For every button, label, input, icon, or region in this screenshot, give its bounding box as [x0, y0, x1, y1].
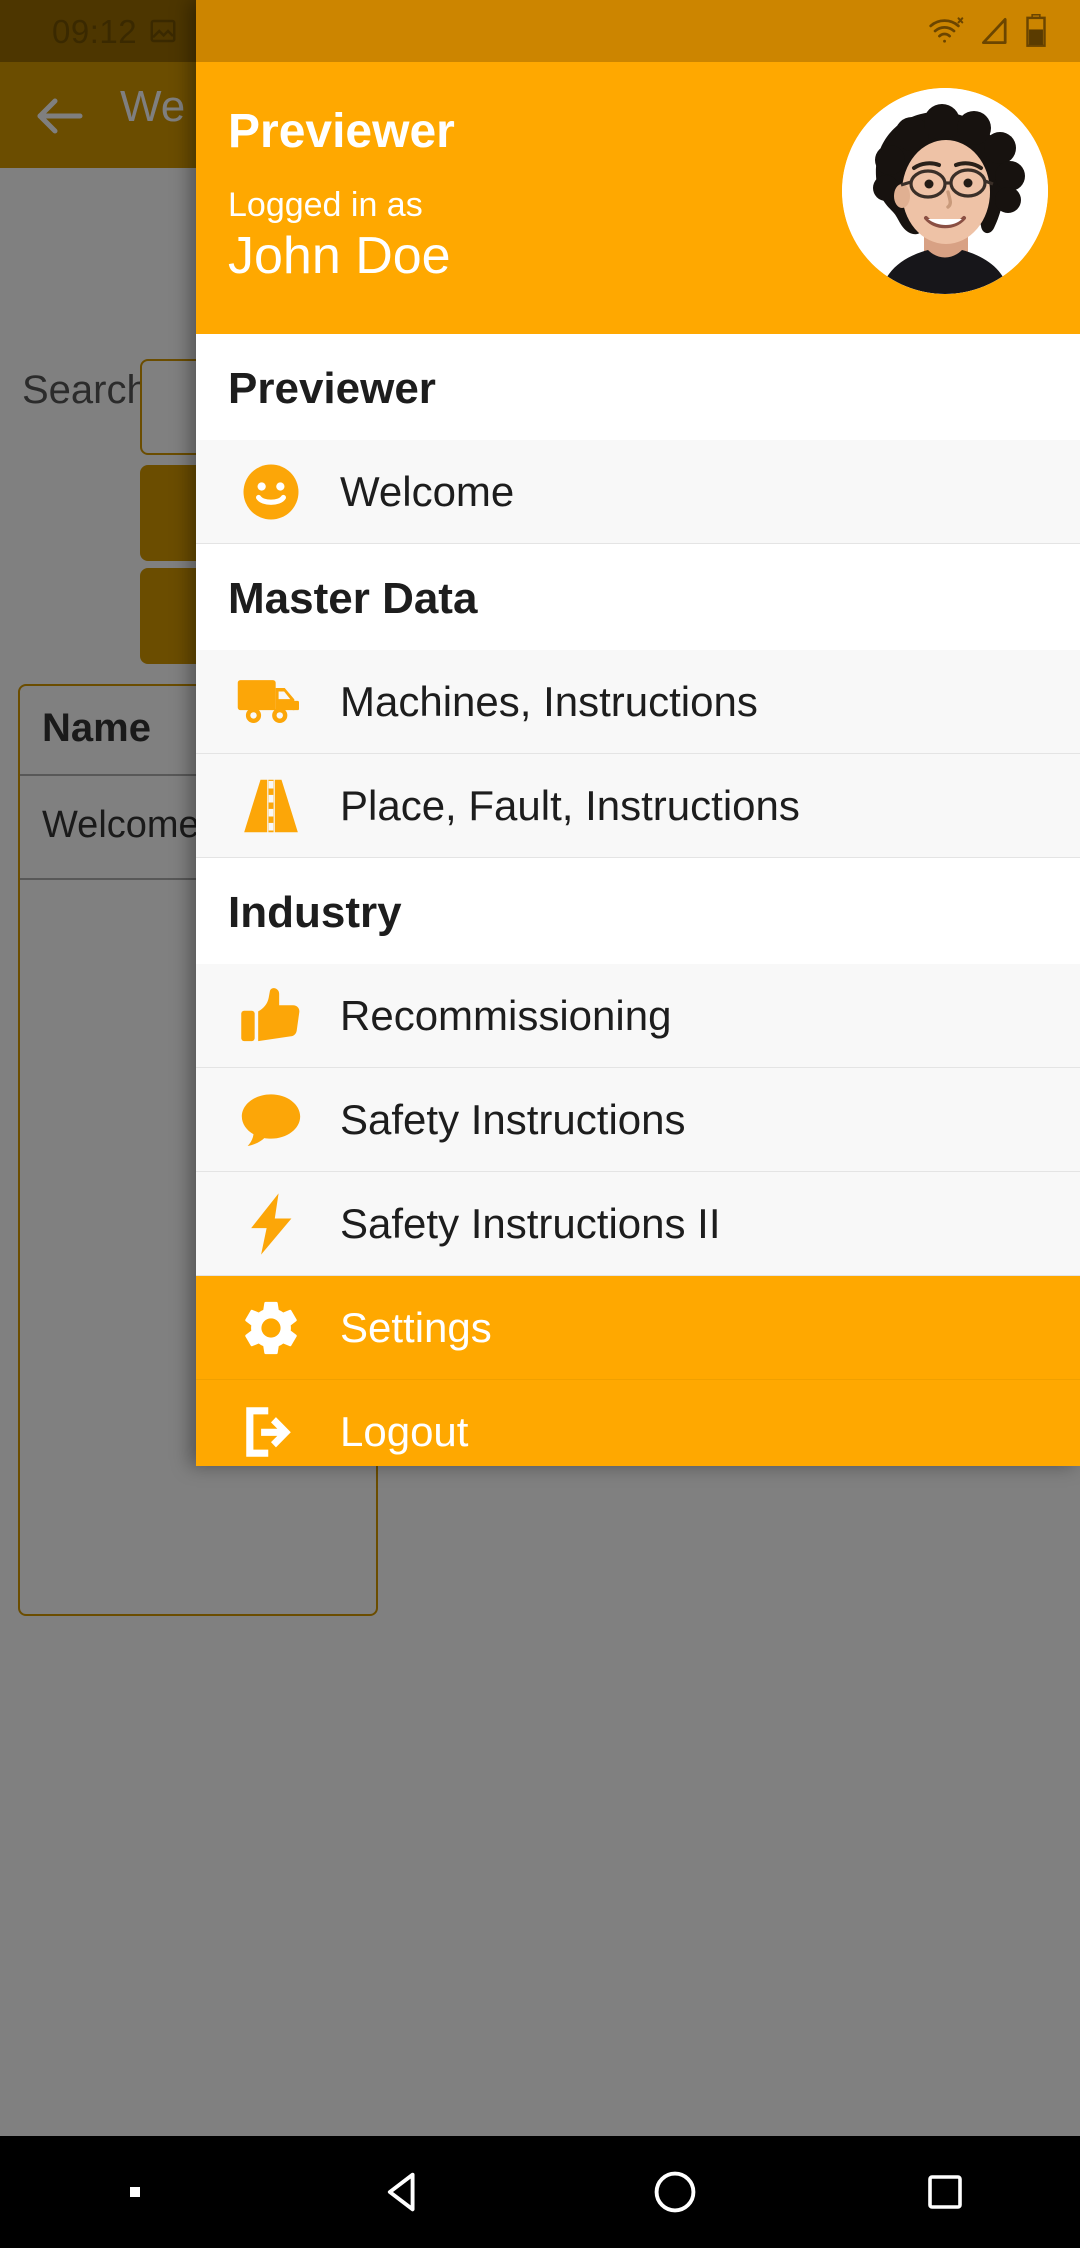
android-navigation-bar [0, 2136, 1080, 2248]
battery-icon [1024, 14, 1048, 48]
recent-apps-square-icon[interactable] [0, 2181, 270, 2203]
truck-icon [234, 665, 308, 739]
section-header-previewer: Previewer [196, 334, 1080, 440]
back-arrow-icon [30, 86, 90, 146]
gear-icon [234, 1291, 308, 1365]
menu-item-label: Welcome [340, 467, 515, 515]
background-table-header-name: Name [42, 706, 151, 750]
signal-icon [978, 15, 1012, 47]
drawer-header: Previewer Logged in as John Doe [196, 62, 1080, 334]
phone-screen: 09:12 We Search Name Welcome Previewer L… [0, 0, 1080, 2248]
menu-item-machines-instructions[interactable]: Machines, Instructions [196, 650, 1080, 754]
speech-bubble-icon [234, 1083, 308, 1157]
menu-item-label: Place, Fault, Instructions [340, 781, 800, 829]
menu-item-place-fault-instructions[interactable]: Place, Fault, Instructions [196, 754, 1080, 858]
menu-item-label: Recommissioning [340, 991, 672, 1039]
smiley-face-icon [234, 455, 308, 529]
status-bar-right-icons [926, 14, 1048, 48]
background-search-label: Search [22, 368, 149, 412]
lightning-bolt-icon [234, 1187, 308, 1261]
drawer-menu-list: Previewer Welcome Master Data Machines, … [196, 334, 1080, 1466]
menu-item-label: Safety Instructions II [340, 1199, 721, 1247]
wifi-no-internet-icon [926, 15, 966, 47]
road-icon [234, 769, 308, 843]
menu-item-label: Safety Instructions [340, 1095, 686, 1143]
drawer-status-strip [196, 0, 1080, 62]
drawer-logged-in-label: Logged in as [228, 186, 423, 224]
logout-icon [234, 1395, 308, 1467]
background-table-cell: Welcome [42, 804, 200, 846]
section-title: Previewer [228, 364, 436, 413]
back-triangle-icon[interactable] [270, 2166, 540, 2218]
menu-item-label: Machines, Instructions [340, 677, 758, 725]
drawer-user-name: John Doe [228, 227, 451, 285]
drawer-app-name: Previewer [228, 105, 455, 158]
menu-item-welcome[interactable]: Welcome [196, 440, 1080, 544]
image-icon [148, 16, 178, 46]
menu-item-recommissioning[interactable]: Recommissioning [196, 964, 1080, 1068]
background-page-title: We [120, 82, 186, 131]
menu-item-label: Settings [340, 1303, 492, 1351]
overview-square-icon[interactable] [810, 2168, 1080, 2216]
menu-item-safety-instructions-ii[interactable]: Safety Instructions II [196, 1172, 1080, 1276]
navigation-drawer: Previewer Logged in as John Doe Previewe… [196, 0, 1080, 1466]
menu-item-logout[interactable]: Logout [196, 1380, 1080, 1466]
section-title: Master Data [228, 574, 478, 623]
menu-item-label: Logout [340, 1407, 469, 1455]
section-header-industry: Industry [196, 858, 1080, 964]
status-bar-time: 09:12 [52, 13, 138, 50]
menu-item-settings[interactable]: Settings [196, 1276, 1080, 1380]
section-title: Industry [228, 888, 402, 937]
thumbs-up-icon [234, 979, 308, 1053]
avatar[interactable] [842, 88, 1048, 294]
section-header-master-data: Master Data [196, 544, 1080, 650]
home-circle-icon[interactable] [540, 2166, 810, 2218]
menu-item-safety-instructions[interactable]: Safety Instructions [196, 1068, 1080, 1172]
